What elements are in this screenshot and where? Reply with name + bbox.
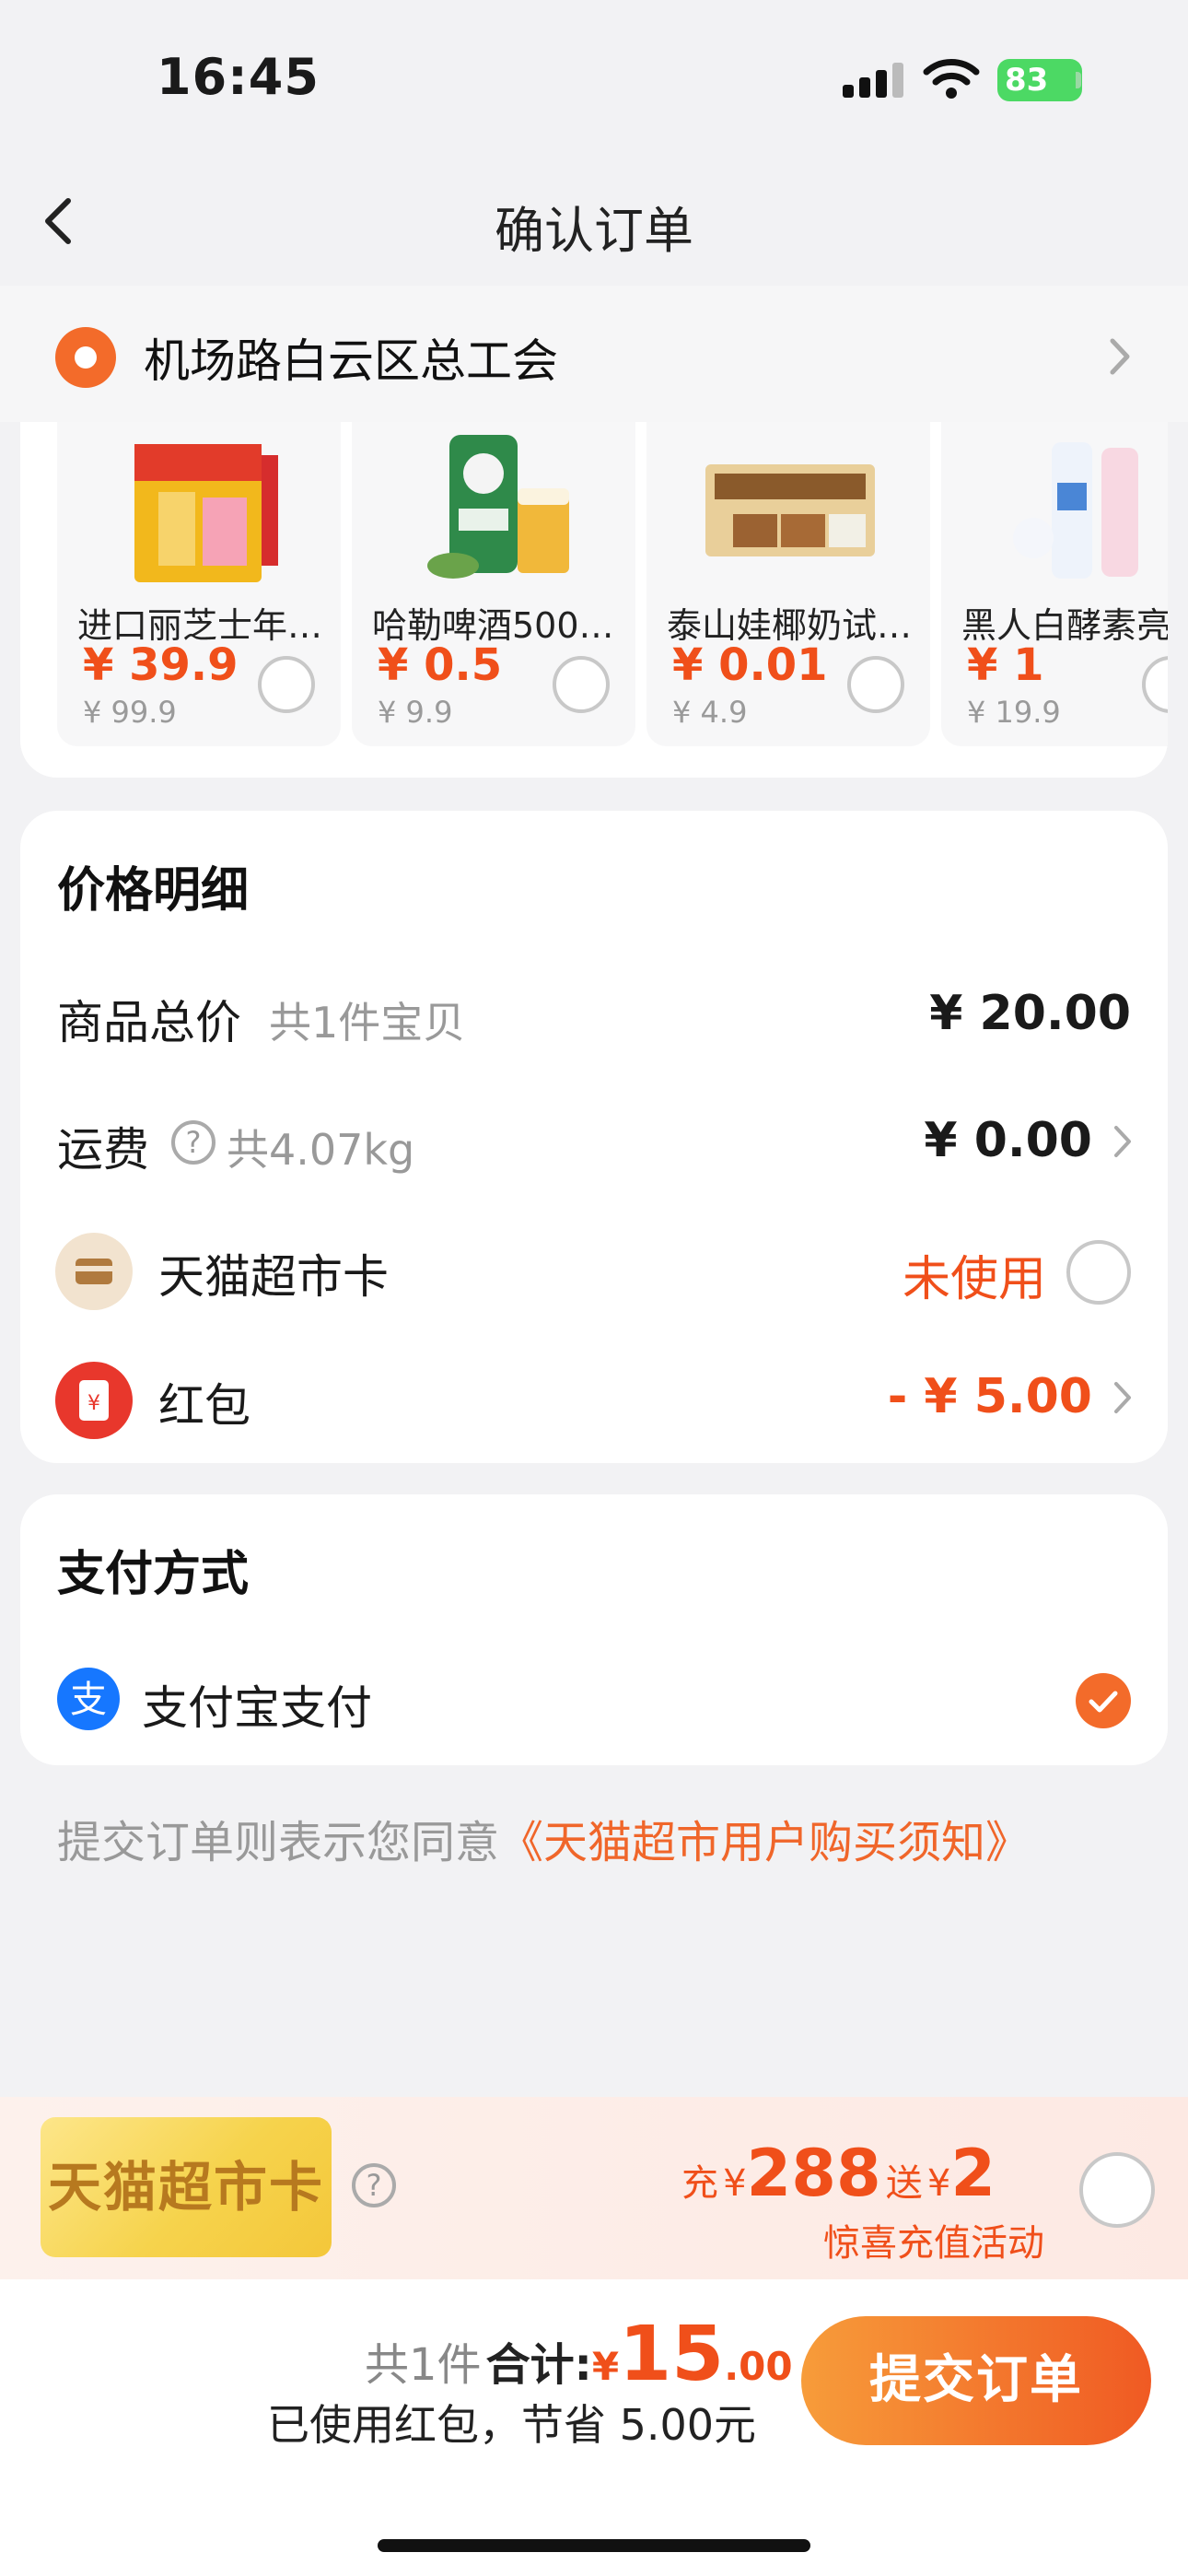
back-button[interactable] bbox=[37, 193, 83, 249]
goods-total-label: 商品总价 bbox=[57, 996, 241, 1049]
product-original-price: ¥ 99.9 bbox=[83, 695, 177, 730]
gift-amount: 2 bbox=[950, 2136, 996, 2211]
chevron-left-icon bbox=[45, 198, 71, 244]
charge-word: 充 bbox=[681, 2162, 718, 2205]
alipay-icon: 支 bbox=[57, 1668, 120, 1730]
gift-word: 送 bbox=[885, 2162, 923, 2205]
product-image bbox=[389, 427, 599, 593]
chevron-right-icon[interactable] bbox=[1111, 1378, 1135, 1417]
wifi-icon bbox=[923, 57, 980, 100]
payment-selected-check[interactable] bbox=[1076, 1673, 1131, 1728]
product-image bbox=[683, 427, 893, 593]
home-indicator[interactable] bbox=[378, 2539, 810, 2552]
tmall-card-radio[interactable] bbox=[1066, 1240, 1131, 1305]
shipping-weight: 共4.07kg bbox=[227, 1125, 415, 1175]
product-original-price: ¥ 19.9 bbox=[967, 695, 1061, 730]
shipping-label: 运费 bbox=[57, 1123, 149, 1177]
recharge-radio[interactable] bbox=[1079, 2152, 1155, 2228]
product-original-price: ¥ 9.9 bbox=[378, 695, 453, 730]
svg-text:¥: ¥ bbox=[87, 1392, 100, 1415]
agreement-link[interactable]: 《天猫超市用户购买须知》 bbox=[499, 1817, 1030, 1868]
charge-currency: ¥ bbox=[723, 2162, 747, 2205]
product-select-radio[interactable] bbox=[1142, 656, 1168, 713]
savings-text: 已使用红包，节省 5.00元 bbox=[267, 2400, 757, 2450]
address-text: 机场路白云区总工会 bbox=[144, 334, 558, 388]
product-price: ¥ 0.5 bbox=[378, 639, 503, 691]
product-image bbox=[978, 427, 1168, 593]
order-total: 共1件 合计:¥15.00 bbox=[365, 2311, 793, 2398]
product-card[interactable]: 进口丽芝士年… ¥ 39.9 ¥ 99.9 bbox=[57, 422, 341, 746]
product-image bbox=[94, 427, 304, 593]
payment-method-label[interactable]: 支付宝支付 bbox=[142, 1671, 372, 1738]
product-price: ¥ 1 bbox=[967, 639, 1044, 691]
product-price: ¥ 39.9 bbox=[83, 639, 239, 691]
tmall-card-badge: 天猫超市卡 bbox=[41, 2117, 332, 2257]
product-price: ¥ 0.01 bbox=[672, 639, 828, 691]
product-select-radio[interactable] bbox=[258, 656, 315, 713]
product-card[interactable]: 哈勒啤酒500… ¥ 0.5 ¥ 9.9 bbox=[352, 422, 635, 746]
gift-currency: ¥ bbox=[926, 2162, 951, 2205]
checkmark-icon bbox=[1089, 1691, 1118, 1713]
payment-title: 支付方式 bbox=[57, 1547, 250, 1602]
page-title: 确认订单 bbox=[495, 202, 693, 260]
total-integer: 15 bbox=[619, 2311, 725, 2398]
card-wallet-icon bbox=[55, 1233, 133, 1310]
recommended-products: 进口丽芝士年… ¥ 39.9 ¥ 99.9 哈勒啤酒500… ¥ 0.5 ¥ 9… bbox=[20, 422, 1168, 778]
chevron-right-icon[interactable] bbox=[1111, 1122, 1135, 1161]
agreement-prefix: 提交订单则表示您同意 bbox=[57, 1817, 500, 1868]
recharge-offer: 充 ¥288 送 ¥2 bbox=[681, 2136, 996, 2211]
product-card[interactable]: 黑人白酵素亮 ¥ 1 ¥ 19.9 bbox=[941, 422, 1168, 746]
svg-text:支: 支 bbox=[70, 1679, 107, 1721]
submit-order-button[interactable]: 提交订单 bbox=[801, 2316, 1151, 2445]
total-decimal: .00 bbox=[724, 2344, 793, 2389]
battery-level: 83 bbox=[1005, 62, 1049, 99]
cellular-signal-icon bbox=[843, 63, 905, 98]
total-label: 合计: bbox=[485, 2339, 592, 2391]
help-icon[interactable]: ? bbox=[171, 1120, 215, 1165]
total-currency: ¥ bbox=[591, 2344, 620, 2389]
status-time: 16:45 bbox=[157, 48, 320, 106]
product-select-radio[interactable] bbox=[847, 656, 904, 713]
goods-count: 共1件宝贝 bbox=[269, 998, 466, 1048]
red-packet-value: - ¥ 5.00 bbox=[887, 1369, 1092, 1424]
product-card[interactable]: 泰山娃椰奶试… ¥ 0.01 ¥ 4.9 bbox=[646, 422, 930, 746]
price-detail-title: 价格明细 bbox=[57, 863, 250, 919]
red-packet-label: 红包 bbox=[158, 1379, 250, 1433]
battery-icon: 83 bbox=[997, 59, 1082, 101]
item-count: 共1件 bbox=[365, 2339, 482, 2391]
tmall-card-label: 天猫超市卡 bbox=[158, 1250, 389, 1304]
tmall-card-status: 未使用 bbox=[902, 1252, 1046, 1307]
red-packet-icon: ¥ bbox=[55, 1362, 133, 1439]
charge-amount: 288 bbox=[746, 2136, 881, 2211]
goods-total-value: ¥ 20.00 bbox=[929, 986, 1131, 1041]
product-original-price: ¥ 4.9 bbox=[672, 695, 748, 730]
battery-nub bbox=[1076, 72, 1081, 88]
agreement-text: 提交订单则表示您同意《天猫超市用户购买须知》 bbox=[57, 1806, 1030, 1870]
shipping-value: ¥ 0.00 bbox=[924, 1113, 1092, 1168]
product-select-radio[interactable] bbox=[553, 656, 610, 713]
location-pin-icon bbox=[55, 327, 116, 388]
help-icon[interactable]: ? bbox=[352, 2163, 396, 2207]
recharge-subtitle: 惊喜充值活动 bbox=[823, 2222, 1044, 2265]
chevron-right-icon bbox=[1103, 334, 1136, 380]
